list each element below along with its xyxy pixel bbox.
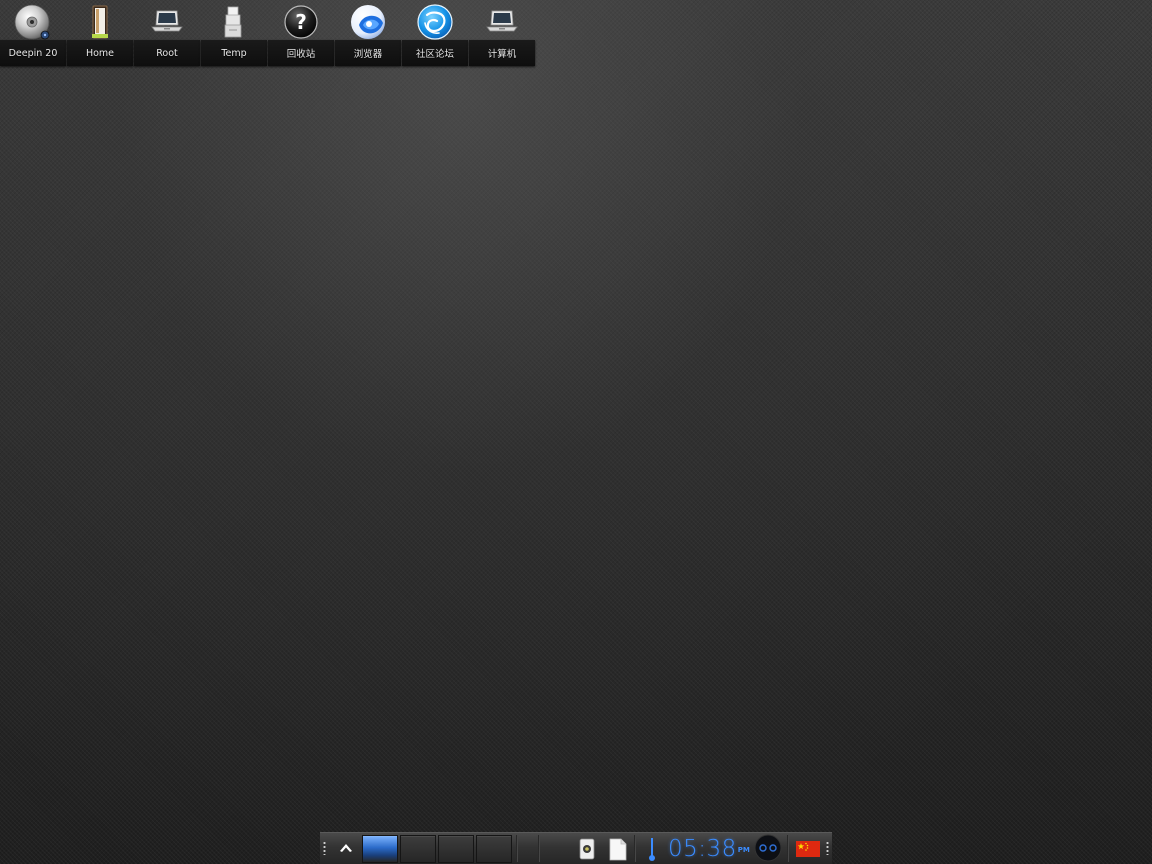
keyboard-layout-button[interactable]: [796, 840, 820, 858]
virtual-desktop-3[interactable]: [438, 835, 474, 863]
desktop-icon-grid: Deepin 20 Home Root Temp ? 回收站 浏览器 社区论坛 …: [0, 0, 536, 67]
thermometer-icon: [649, 838, 655, 861]
clock-time: 05:38: [668, 836, 737, 862]
desktop-icon-label: 社区论坛: [415, 49, 454, 60]
desktop-icon-trash[interactable]: ? 回收站: [268, 0, 334, 67]
tray-file-button[interactable]: [608, 837, 628, 861]
desktop-icon-label: Temp: [221, 47, 247, 59]
panel-separator: [516, 835, 518, 862]
desktop-icon-forum[interactable]: 社区论坛: [402, 0, 468, 67]
desktop-icon-deepin-20[interactable]: Deepin 20: [0, 0, 66, 67]
panel-separator: [787, 835, 789, 862]
desktop-icon-label: Root: [156, 47, 178, 59]
deepin-logo-icon: [402, 3, 468, 41]
panel-clock[interactable]: 05:38 PM: [668, 835, 750, 863]
tray-device-button[interactable]: [578, 837, 596, 861]
desktop-icon-computer[interactable]: 计算机: [469, 0, 535, 67]
panel-separator: [634, 835, 636, 862]
chevron-up-icon: [340, 844, 352, 852]
help-question-icon: ?: [268, 3, 334, 41]
desktop-icon-label: Deepin 20: [8, 47, 58, 59]
computer-icon: [469, 3, 535, 41]
home-door-icon: [67, 3, 133, 41]
panel-separator: [538, 835, 540, 862]
desktop-icon-browser[interactable]: 浏览器: [335, 0, 401, 67]
laptop-icon: [134, 3, 200, 41]
desktop-icon-temp[interactable]: Temp: [201, 0, 267, 67]
desktop-icon-root[interactable]: Root: [134, 0, 200, 67]
panel-grip-right-icon[interactable]: [826, 841, 829, 855]
desktop-pager: [362, 835, 512, 863]
browser-icon: [335, 3, 401, 41]
virtual-desktop-1[interactable]: [362, 835, 398, 863]
desktop-icon-label: 回收站: [286, 49, 316, 60]
virtual-desktop-2[interactable]: [400, 835, 436, 863]
desktop-icon-label: Home: [85, 47, 115, 59]
desktop-icon-home[interactable]: Home: [67, 0, 133, 67]
folder-stack-icon: [201, 3, 267, 41]
clock-ampm: PM: [737, 846, 750, 854]
usb-device-icon: [579, 838, 595, 860]
system-monitor-icon: [754, 834, 782, 862]
svg-text:?: ?: [295, 10, 307, 34]
panel-grip-left-icon[interactable]: [323, 841, 326, 855]
china-flag-icon: [796, 841, 820, 857]
cd-disc-icon: [0, 3, 66, 41]
document-icon: [609, 838, 627, 860]
show-menu-button[interactable]: [336, 838, 356, 858]
desktop-icon-label: 计算机: [487, 49, 517, 60]
bottom-panel: 05:38 PM: [320, 832, 832, 864]
tray-temperature-button[interactable]: [646, 836, 658, 862]
desktop-icon-label: 浏览器: [353, 49, 383, 60]
tray-monitor-button[interactable]: [754, 834, 782, 862]
virtual-desktop-4[interactable]: [476, 835, 512, 863]
